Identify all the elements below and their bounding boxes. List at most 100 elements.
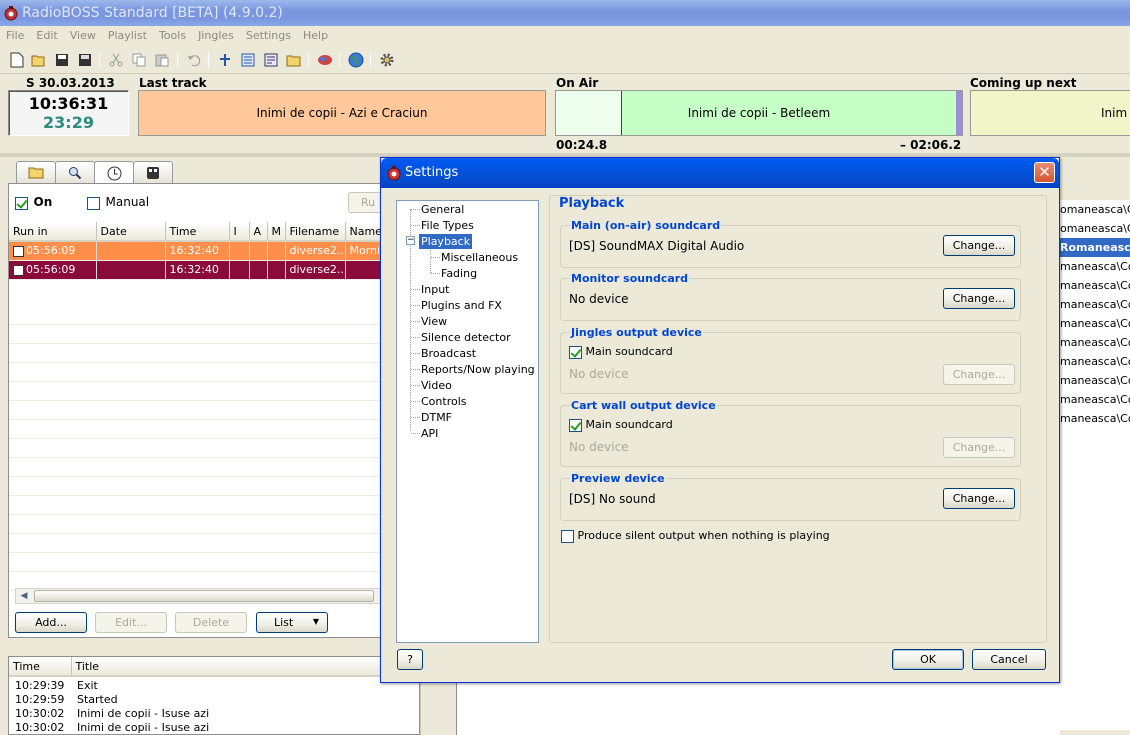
ok-button[interactable]: OK xyxy=(892,649,964,670)
cart-wall-icon[interactable] xyxy=(316,51,334,69)
tree-item-silence-detector[interactable]: Silence detector xyxy=(421,331,511,344)
log-col-title[interactable]: Title xyxy=(71,657,420,677)
list-item[interactable]: maneasca\Coru xyxy=(1060,390,1130,409)
tab-scheduler[interactable] xyxy=(94,161,134,184)
manual-checkbox[interactable] xyxy=(87,196,100,210)
tree-item-video[interactable]: Video xyxy=(421,379,452,392)
cart-wall-change-button[interactable]: Change... xyxy=(943,437,1015,458)
tree-item-miscellaneous[interactable]: Miscellaneous xyxy=(441,251,518,264)
open-folder-icon[interactable] xyxy=(30,51,48,69)
globe-icon[interactable] xyxy=(347,51,365,69)
cart-wall-main-soundcard-checkbox-wrap[interactable]: Main soundcard xyxy=(569,418,673,432)
tab-search[interactable] xyxy=(55,161,95,183)
silent-output-checkbox-wrap[interactable]: Produce silent output when nothing is pl… xyxy=(561,529,830,543)
list-item[interactable]: omaneasca\Coru xyxy=(1060,219,1130,238)
cancel-button[interactable]: Cancel xyxy=(972,649,1046,670)
list-item[interactable]: maneasca\Coru xyxy=(1060,371,1130,390)
list-item[interactable]: omaneasca\Coru xyxy=(1060,200,1130,219)
col-name[interactable]: Name xyxy=(345,222,382,242)
list-item[interactable]: maneasca\Coru xyxy=(1060,314,1130,333)
new-file-icon[interactable] xyxy=(8,51,26,69)
col-a[interactable]: A xyxy=(249,222,268,242)
list-item[interactable]: Romaneasca xyxy=(1060,238,1130,257)
edit-button[interactable]: Edit... xyxy=(95,612,167,633)
insert-track-icon[interactable] xyxy=(216,51,234,69)
tree-item-file-types[interactable]: File Types xyxy=(421,219,474,232)
jingles-main-soundcard-checkbox-wrap[interactable]: Main soundcard xyxy=(569,345,673,359)
add-button[interactable]: Add... xyxy=(15,612,87,633)
col-m[interactable]: M xyxy=(267,222,286,242)
help-button[interactable]: ? xyxy=(397,649,423,670)
monitor-soundcard-change-button[interactable]: Change... xyxy=(943,288,1015,309)
tree-item-broadcast[interactable]: Broadcast xyxy=(421,347,476,360)
settings-title-bar[interactable]: Settings ✕ xyxy=(381,158,1059,188)
menu-jingles[interactable]: Jingles xyxy=(192,26,240,42)
jingles-main-soundcard-checkbox[interactable] xyxy=(569,345,582,359)
col-date[interactable]: Date xyxy=(96,222,166,242)
tree-item-controls[interactable]: Controls xyxy=(421,395,467,408)
col-time[interactable]: Time xyxy=(165,222,230,242)
save-icon[interactable] xyxy=(53,51,71,69)
menu-playlist[interactable]: Playlist xyxy=(102,26,153,42)
menu-view[interactable]: View xyxy=(64,26,102,42)
tree-item-dtmf[interactable]: DTMF xyxy=(421,411,452,424)
table-row[interactable]: 05:56:09 16:32:40 diverse2... xyxy=(9,260,382,280)
coming-up-next-box[interactable]: Inim xyxy=(970,90,1130,136)
on-air-box[interactable]: Inimi de copii - Betleem xyxy=(555,90,963,136)
col-i[interactable]: I xyxy=(229,222,250,242)
playlist-generator-icon[interactable] xyxy=(262,51,280,69)
list-item[interactable]: maneasca\Coru xyxy=(1060,276,1130,295)
log-row[interactable]: 10:29:59 Started xyxy=(15,693,419,707)
log-row[interactable]: 10:30:02 Inimi de copii - Isuse azi xyxy=(15,707,419,721)
save-as-icon[interactable] xyxy=(76,51,94,69)
table-row[interactable]: 05:56:09 16:32:40 diverse2... Mornin xyxy=(9,241,382,261)
tree-item-reports[interactable]: Reports/Now playing xyxy=(421,363,535,376)
list-item[interactable]: maneasca\Coru xyxy=(1060,333,1130,352)
scroll-left-arrow[interactable]: ◀ xyxy=(16,589,32,603)
list-item[interactable]: maneasca\Coru xyxy=(1060,295,1130,314)
on-checkbox-wrap[interactable]: On xyxy=(15,195,52,210)
main-soundcard-change-button[interactable]: Change... xyxy=(943,235,1015,256)
log-row[interactable]: 10:29:39 Exit xyxy=(15,679,419,693)
menu-help[interactable]: Help xyxy=(297,26,334,42)
manual-checkbox-wrap[interactable]: Manual xyxy=(87,195,149,210)
cut-icon[interactable] xyxy=(107,51,125,69)
tree-item-playback[interactable]: Playback xyxy=(419,234,473,249)
close-button[interactable]: ✕ xyxy=(1034,162,1055,183)
silent-output-checkbox[interactable] xyxy=(561,529,574,543)
delete-button[interactable]: Delete xyxy=(175,612,247,633)
tab-cart[interactable] xyxy=(133,161,173,183)
tree-item-api[interactable]: API xyxy=(421,427,438,440)
list-item[interactable]: maneasca\Coru xyxy=(1060,409,1130,428)
collapse-icon[interactable]: − xyxy=(406,236,415,245)
log-col-time[interactable]: Time xyxy=(9,657,72,677)
col-run-in[interactable]: Run in xyxy=(9,222,97,242)
playlist-add-icon[interactable] xyxy=(239,51,257,69)
list-item[interactable]: maneasca\Coru xyxy=(1060,257,1130,276)
menu-file[interactable]: File xyxy=(0,26,30,42)
tree-item-input[interactable]: Input xyxy=(421,283,449,296)
menu-edit[interactable]: Edit xyxy=(30,26,63,42)
list-button[interactable]: List ▼ xyxy=(256,612,328,633)
col-filename[interactable]: Filename xyxy=(285,222,346,242)
tree-item-general[interactable]: General xyxy=(421,203,464,216)
undo-icon[interactable] xyxy=(185,51,203,69)
horizontal-scrollbar[interactable]: ◀ xyxy=(15,588,381,604)
menu-tools[interactable]: Tools xyxy=(153,26,192,42)
jingles-change-button[interactable]: Change... xyxy=(943,364,1015,385)
scroll-thumb[interactable] xyxy=(34,590,374,602)
paste-icon[interactable] xyxy=(153,51,171,69)
folder-playlist-icon[interactable] xyxy=(285,51,303,69)
on-checkbox[interactable] xyxy=(15,196,28,210)
settings-gear-icon[interactable] xyxy=(378,51,396,69)
last-track-box[interactable]: Inimi de copii - Azi e Craciun xyxy=(138,90,546,136)
cart-wall-main-soundcard-checkbox[interactable] xyxy=(569,418,582,432)
tree-item-view[interactable]: View xyxy=(421,315,447,328)
list-item[interactable]: maneasca\Coru xyxy=(1060,352,1130,371)
tab-files[interactable] xyxy=(16,161,56,183)
log-row[interactable]: 10:30:02 Inimi de copii - Isuse azi xyxy=(15,721,419,735)
tree-item-plugins[interactable]: Plugins and FX xyxy=(421,299,502,312)
tree-item-fading[interactable]: Fading xyxy=(441,267,477,280)
copy-icon[interactable] xyxy=(130,51,148,69)
menu-settings[interactable]: Settings xyxy=(240,26,297,42)
